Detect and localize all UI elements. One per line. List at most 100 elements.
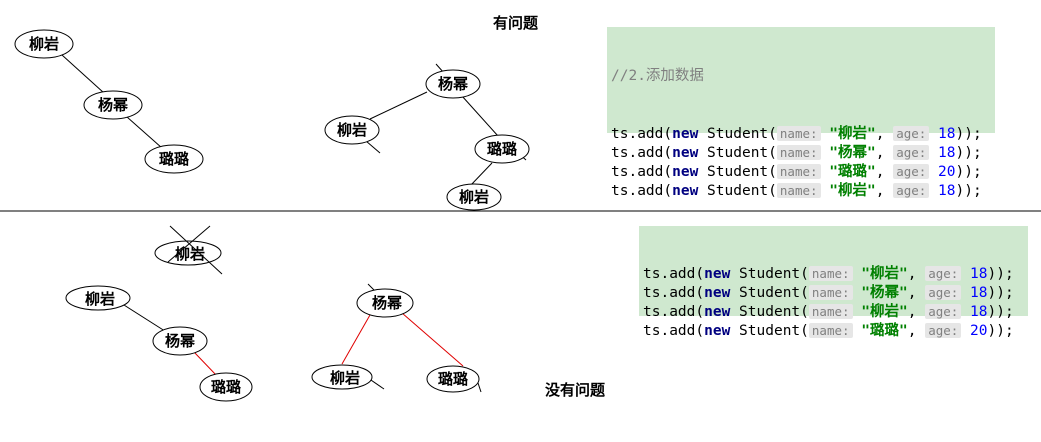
node-label: 杨幂 [165, 332, 196, 350]
top-code-block: //2.添加数据 ts.add(new Student(name: "柳岩", … [607, 27, 995, 199]
code-token: , [907, 285, 926, 301]
code-token: 18 [938, 145, 956, 161]
code-token: )); [955, 145, 982, 161]
code-token: 18 [938, 183, 956, 199]
code-token: "柳岩" [861, 304, 908, 320]
code-token: ts.add( [643, 266, 705, 282]
edge [461, 95, 499, 137]
code-token: name: [808, 266, 853, 281]
code-token: ts.add( [611, 183, 673, 199]
code-token: )); [955, 183, 982, 199]
node-label: 杨幂 [98, 96, 129, 114]
edge [469, 162, 493, 187]
edge [126, 116, 163, 149]
tick-mark [365, 140, 381, 154]
code-token: Student( [698, 164, 777, 180]
code-token: Student( [698, 183, 777, 199]
code-line: ts.add(new Student(name: "柳岩", age: 18))… [643, 302, 1024, 321]
code-token: , [875, 126, 894, 142]
code-token: age: [925, 266, 962, 281]
code-token: name: [808, 304, 853, 319]
code-token: new [672, 145, 699, 161]
code-token: Student( [730, 323, 809, 339]
code-token: new [672, 126, 699, 142]
code-token: 20 [970, 323, 988, 339]
node-label: 璐璐 [438, 370, 469, 388]
edge [341, 314, 371, 365]
bottom-heading: 没有问题 [545, 381, 606, 399]
code-token: name: [776, 183, 821, 198]
code-token: "柳岩" [829, 183, 876, 199]
code-token: name: [808, 323, 853, 338]
code-token: ts.add( [643, 323, 705, 339]
code-token: , [875, 183, 894, 199]
code-token: )); [987, 304, 1014, 320]
code-token: )); [987, 266, 1014, 282]
node-label: 杨幂 [372, 294, 403, 312]
code-token: Student( [698, 145, 777, 161]
node-label: 杨幂 [438, 75, 469, 93]
code-token: , [875, 164, 894, 180]
diagram-canvas: 柳岩 杨幂 璐璐 杨幂 柳岩 璐璐 柳岩 柳岩 柳岩 杨幂 璐璐 杨幂 柳岩 璐… [0, 0, 1041, 438]
code-token: age: [893, 145, 930, 160]
code-line: ts.add(new Student(name: "璐璐", age: 20))… [643, 321, 1024, 340]
node-label: 璐璐 [159, 150, 190, 168]
code-token: "柳岩" [829, 126, 876, 142]
code-lines: ts.add(new Student(name: "柳岩", age: 18))… [643, 264, 1024, 340]
code-lines: ts.add(new Student(name: "柳岩", age: 18))… [611, 124, 991, 200]
code-token: age: [925, 285, 962, 300]
code-token: , [907, 266, 926, 282]
code-token: age: [893, 126, 930, 141]
code-token: , [907, 304, 926, 320]
code-line: ts.add(new Student(name: "璐璐", age: 20))… [611, 162, 991, 181]
code-comment: //2.添加数据 [611, 68, 704, 84]
node-label: 璐璐 [211, 378, 242, 396]
code-token: "璐璐" [829, 164, 876, 180]
code-token: 20 [938, 164, 956, 180]
edge [369, 91, 428, 120]
tick-mark [367, 283, 375, 291]
code-token: )); [987, 285, 1014, 301]
node-label: 柳岩 [459, 188, 489, 206]
code-token: new [672, 183, 699, 199]
code-token: name: [776, 164, 821, 179]
code-token: age: [925, 304, 962, 319]
edge [61, 54, 105, 94]
code-token: name: [808, 285, 853, 300]
code-token: )); [955, 126, 982, 142]
node-label: 璐璐 [487, 140, 518, 158]
code-token: Student( [730, 266, 809, 282]
code-token: 18 [970, 266, 988, 282]
code-token: age: [893, 183, 930, 198]
node-label: 柳岩 [337, 121, 367, 139]
code-line: ts.add(new Student(name: "杨幂", age: 18))… [611, 143, 991, 162]
code-line: ts.add(new Student(name: "柳岩", age: 18))… [611, 181, 991, 200]
code-line: ts.add(new Student(name: "柳岩", age: 18))… [611, 124, 991, 143]
code-token: new [704, 323, 731, 339]
code-token: ts.add( [611, 145, 673, 161]
top-heading: 有问题 [493, 14, 539, 32]
code-token: Student( [698, 126, 777, 142]
code-token: , [907, 323, 926, 339]
code-token: 18 [970, 304, 988, 320]
bottom-code-block: ts.add(new Student(name: "柳岩", age: 18))… [639, 226, 1028, 339]
code-line: ts.add(new Student(name: "柳岩", age: 18))… [643, 264, 1024, 283]
code-token: new [672, 164, 699, 180]
code-token: ts.add( [611, 126, 673, 142]
edge [193, 351, 218, 377]
code-token: Student( [730, 304, 809, 320]
code-token: Student( [730, 285, 809, 301]
node-label: 柳岩 [85, 290, 115, 308]
code-token: new [704, 266, 731, 282]
code-token: )); [955, 164, 982, 180]
code-token: 18 [970, 285, 988, 301]
node-label: 柳岩 [330, 369, 360, 387]
code-token: "璐璐" [861, 323, 908, 339]
edge [123, 304, 169, 334]
edge [401, 312, 464, 367]
code-token: "杨幂" [829, 145, 876, 161]
code-token: age: [893, 164, 930, 179]
code-token: ts.add( [643, 304, 705, 320]
node-label: 柳岩 [29, 35, 59, 53]
code-token: 18 [938, 126, 956, 142]
